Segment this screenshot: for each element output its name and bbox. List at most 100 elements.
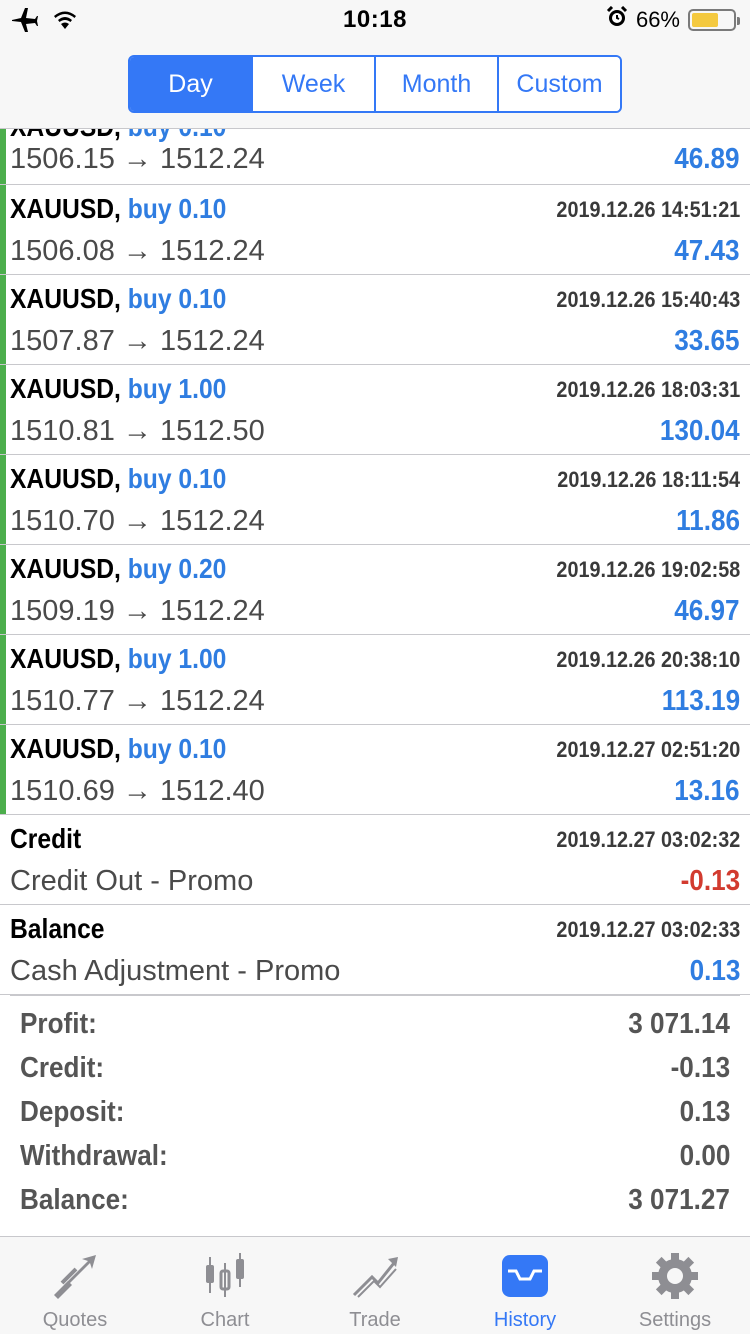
price-range: 1509.19 → 1512.24 bbox=[10, 595, 265, 627]
trade-row[interactable]: XAUUSD, buy 1.00 2019.12.26 20:38:10 1510.… bbox=[0, 635, 750, 725]
settings-icon bbox=[648, 1249, 702, 1303]
row-title: XAUUSD, buy 0.10 bbox=[10, 193, 226, 225]
trade-symbol: XAUUSD, bbox=[10, 643, 121, 674]
row-amount: 130.04 bbox=[660, 415, 740, 447]
quotes-icon bbox=[48, 1249, 102, 1303]
summary-section: Profit: 3 071.14 Credit: -0.13 Deposit: 0.13 W… bbox=[10, 995, 740, 1228]
battery-level bbox=[692, 13, 719, 27]
row-timestamp: 2019.12.26 15:40:43 bbox=[556, 287, 740, 312]
trade-indicator-bar bbox=[0, 129, 6, 184]
trade-indicator-bar bbox=[0, 635, 6, 724]
price-range: 1510.70 → 1512.24 bbox=[10, 505, 265, 537]
trade-type: buy 0.10 bbox=[128, 129, 227, 142]
trade-row[interactable]: XAUUSD, buy 1.00 2019.12.26 18:03:31 1510.… bbox=[0, 365, 750, 455]
operation-type: Balance bbox=[10, 913, 105, 944]
tab-quotes[interactable]: Quotes bbox=[0, 1237, 150, 1334]
tab-settings[interactable]: Settings bbox=[600, 1237, 750, 1334]
segment-day[interactable]: Day bbox=[130, 57, 251, 111]
segment-custom[interactable]: Custom bbox=[497, 57, 620, 111]
row-title: Balance bbox=[10, 913, 105, 945]
summary-value: 0.13 bbox=[679, 1096, 730, 1128]
tab-label: Quotes bbox=[42, 1309, 108, 1331]
row-title: XAUUSD, buy 1.00 bbox=[10, 643, 226, 675]
trade-symbol: XAUUSD, bbox=[10, 463, 121, 494]
trade-indicator-bar bbox=[0, 185, 6, 274]
price-range: 1510.69 → 1512.40 bbox=[10, 775, 265, 807]
trade-indicator-bar bbox=[0, 725, 6, 814]
price-range: 1506.08 → 1512.24 bbox=[10, 235, 265, 267]
summary-label: Profit: bbox=[20, 1008, 97, 1040]
tab-label: Chart bbox=[200, 1309, 250, 1331]
period-segmented-control: Day Week Month Custom bbox=[128, 55, 622, 113]
trade-title-partial: XAUUSD, buy 0.10 bbox=[10, 129, 226, 143]
balance-row[interactable]: Balance 2019.12.27 03:02:33 Cash Adjustmen… bbox=[0, 905, 750, 995]
price-range: 1510.81 → 1512.50 bbox=[10, 415, 265, 447]
trade-type: buy 1.00 bbox=[127, 373, 227, 404]
row-amount: 33.65 bbox=[674, 325, 740, 357]
trade-type: buy 1.00 bbox=[127, 643, 227, 674]
operation-comment: Cash Adjustment - Promo bbox=[10, 955, 341, 987]
tab-label: Settings bbox=[638, 1309, 712, 1331]
row-timestamp: 2019.12.26 18:03:31 bbox=[556, 377, 740, 402]
trade-row[interactable]: XAUUSD, buy 0.10 2019.12.27 02:51:20 1510.… bbox=[0, 725, 750, 815]
trade-indicator-bar bbox=[0, 365, 6, 454]
summary-label: Deposit: bbox=[20, 1096, 125, 1128]
summary-value: 3 071.14 bbox=[628, 1008, 730, 1040]
trade-row[interactable]: XAUUSD, buy 0.20 2019.12.26 19:02:58 1509.… bbox=[0, 545, 750, 635]
row-title: XAUUSD, buy 0.20 bbox=[10, 553, 226, 585]
summary-label: Withdrawal: bbox=[20, 1140, 168, 1172]
summary-row: Withdrawal: 0.00 bbox=[20, 1140, 730, 1184]
summary-row: Deposit: 0.13 bbox=[20, 1096, 730, 1140]
trade-symbol: XAUUSD, bbox=[10, 129, 121, 142]
balance-row[interactable]: Credit 2019.12.27 03:02:32 Credit Out - Pr… bbox=[0, 815, 750, 905]
row-timestamp: 2019.12.27 03:02:33 bbox=[556, 917, 740, 942]
row-timestamp: 2019.12.26 19:02:58 bbox=[556, 557, 740, 582]
trade-type: buy 0.10 bbox=[127, 283, 227, 314]
tab-history[interactable]: History bbox=[450, 1237, 600, 1334]
battery-percent: 66% bbox=[635, 7, 680, 32]
trade-symbol: XAUUSD, bbox=[10, 283, 121, 314]
row-amount: 46.89 bbox=[674, 143, 740, 175]
operation-comment: Credit Out - Promo bbox=[10, 865, 254, 897]
summary-label: Credit: bbox=[20, 1052, 105, 1084]
trade-row[interactable]: XAUUSD, buy 0.10 2019.12.26 18:11:54 1510.… bbox=[0, 455, 750, 545]
summary-value: -0.13 bbox=[670, 1052, 730, 1084]
summary-row: Balance: 3 071.27 bbox=[20, 1184, 730, 1228]
alarm-icon bbox=[606, 5, 628, 34]
trade-indicator-bar bbox=[0, 455, 6, 544]
row-timestamp: 2019.12.26 18:11:54 bbox=[557, 467, 740, 492]
row-timestamp: 2019.12.27 02:51:20 bbox=[556, 737, 740, 762]
tab-trade[interactable]: Trade bbox=[300, 1237, 450, 1334]
segment-week[interactable]: Week bbox=[251, 57, 374, 111]
trade-symbol: XAUUSD, bbox=[10, 373, 121, 404]
operation-type: Credit bbox=[10, 823, 82, 854]
row-amount: 0.13 bbox=[689, 955, 740, 987]
row-title: XAUUSD, buy 0.10 bbox=[10, 283, 226, 315]
row-title: XAUUSD, buy 0.10 bbox=[10, 733, 226, 765]
trade-type: buy 0.10 bbox=[127, 463, 227, 494]
tab-label: Trade bbox=[349, 1309, 401, 1331]
row-amount: 11.86 bbox=[676, 505, 740, 537]
price-range: 1510.77 → 1512.24 bbox=[10, 685, 265, 717]
trade-type: buy 0.10 bbox=[127, 733, 227, 764]
history-icon bbox=[498, 1249, 552, 1303]
row-title: XAUUSD, buy 0.10 bbox=[10, 463, 226, 495]
tab-bar: Quotes Chart Trade History Settings bbox=[0, 1236, 750, 1334]
history-list[interactable]: XAUUSD, buy 0.101506.15 → 1512.2446.89XA… bbox=[0, 129, 750, 1236]
price-range: 1507.87 → 1512.24 bbox=[10, 325, 265, 357]
segment-month[interactable]: Month bbox=[374, 57, 497, 111]
summary-label: Balance: bbox=[20, 1184, 129, 1216]
trade-indicator-bar bbox=[0, 545, 6, 634]
trade-row[interactable]: XAUUSD, buy 0.10 2019.12.26 14:51:21 1506.… bbox=[0, 185, 750, 275]
tab-chart[interactable]: Chart bbox=[150, 1237, 300, 1334]
row-amount: -0.13 bbox=[680, 865, 740, 897]
summary-value: 3 071.27 bbox=[628, 1184, 730, 1216]
row-timestamp: 2019.12.27 03:02:32 bbox=[556, 827, 740, 852]
row-title: Credit bbox=[10, 823, 81, 855]
row-amount: 47.43 bbox=[674, 235, 740, 267]
trade-type: buy 0.10 bbox=[127, 193, 227, 224]
summary-value: 0.00 bbox=[679, 1140, 730, 1172]
chart-icon bbox=[198, 1249, 252, 1303]
trade-row[interactable]: XAUUSD, buy 0.101506.15 → 1512.24 46.89 bbox=[0, 129, 750, 185]
trade-row[interactable]: XAUUSD, buy 0.10 2019.12.26 15:40:43 1507.… bbox=[0, 275, 750, 365]
